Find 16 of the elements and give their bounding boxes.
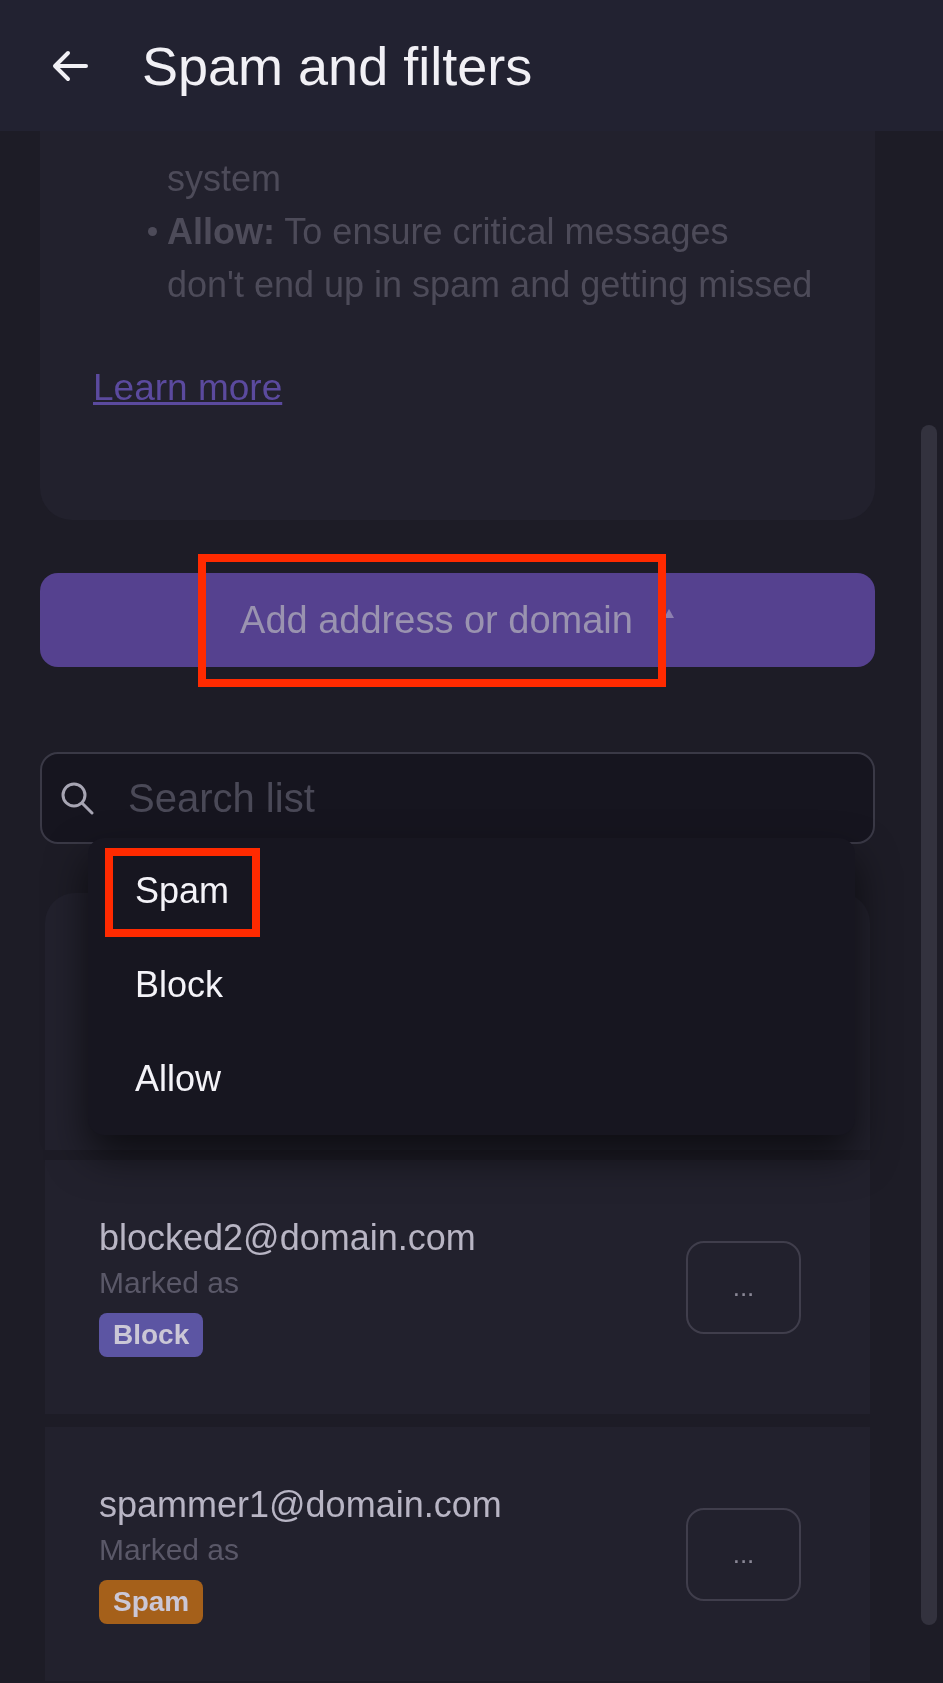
search-field[interactable]: Search list (40, 752, 875, 844)
menu-item[interactable]: Block (88, 938, 855, 1032)
marked-as-label: Marked as (99, 1532, 241, 1567)
menu-item[interactable]: Spam (88, 844, 855, 938)
more-options-button[interactable]: ... (686, 1240, 801, 1334)
more-options-button[interactable]: ... (686, 1507, 801, 1601)
marked-as-label: Marked as (99, 1265, 241, 1300)
add-address-button[interactable]: Add address or domain (40, 573, 875, 667)
status-tag: Block (99, 1312, 204, 1357)
email-address: blocked2@domain.com (99, 1217, 477, 1258)
scrollbar-thumb[interactable] (921, 425, 937, 1625)
menu-item[interactable]: Allow (88, 1032, 855, 1126)
search-icon (60, 781, 94, 815)
bullet-icon (148, 227, 157, 236)
email-address: spammer1@domain.com (99, 1484, 503, 1525)
status-tag: Spam (99, 1579, 204, 1624)
